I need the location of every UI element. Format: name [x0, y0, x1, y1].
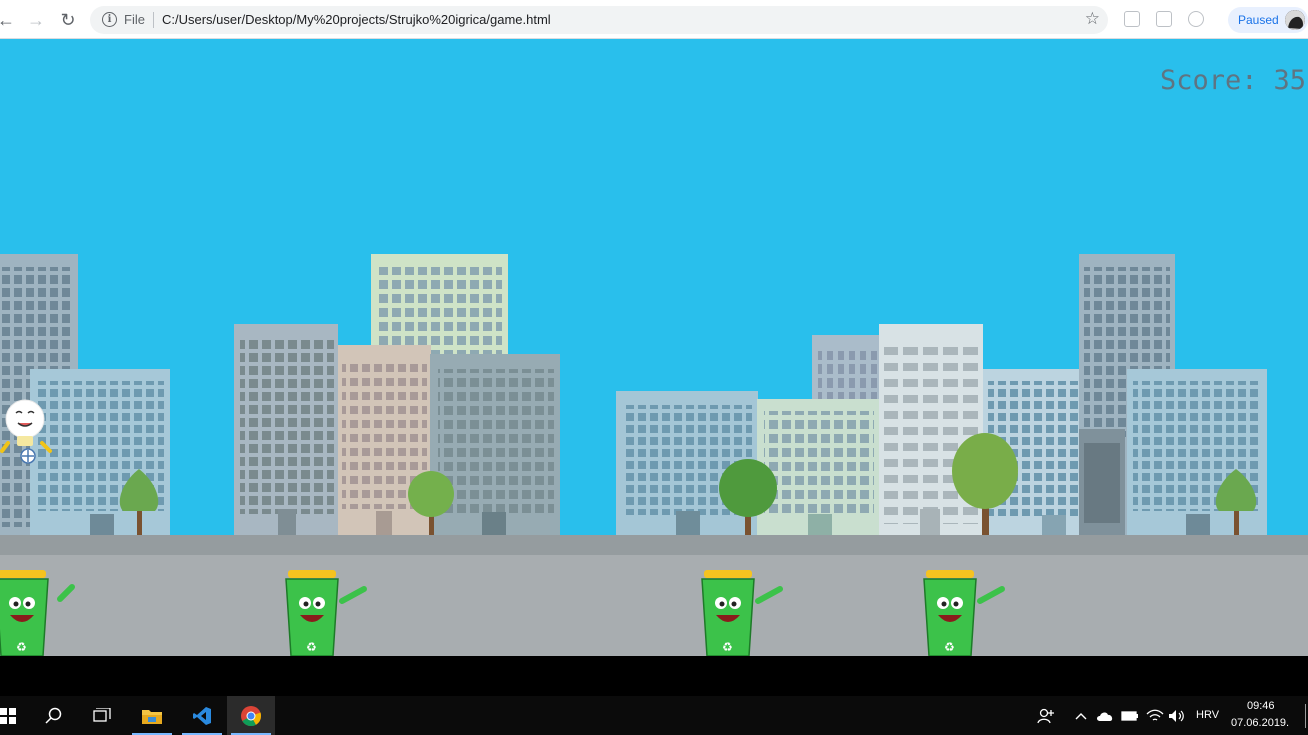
people-icon[interactable] [1022, 696, 1070, 735]
search-icon[interactable] [30, 696, 78, 735]
building [757, 399, 879, 536]
site-info-icon[interactable]: i [102, 12, 117, 27]
extension-grid-icon[interactable] [1156, 11, 1172, 27]
input-language-label[interactable]: HRV [1196, 709, 1219, 721]
paused-label: Paused [1238, 13, 1279, 27]
vscode-icon[interactable] [178, 696, 226, 735]
bookmark-star-icon[interactable]: ☆ [1085, 9, 1100, 29]
show-desktop-button[interactable] [1305, 704, 1306, 728]
battery-icon[interactable] [1117, 696, 1143, 735]
avatar [1285, 10, 1305, 30]
browser-toolbar: ← → ↻ i File C:/Users/user/Desktop/My%20… [0, 0, 1308, 39]
chrome-icon[interactable] [227, 696, 275, 735]
sidewalk [0, 535, 1308, 555]
profile-paused-button[interactable]: Paused [1228, 7, 1308, 33]
score-label: Score: [1159, 65, 1258, 96]
road [0, 555, 1308, 656]
svg-text:♻: ♻ [944, 640, 955, 654]
file-explorer-icon[interactable] [128, 696, 176, 735]
svg-text:♻: ♻ [16, 640, 27, 654]
score-display: Score: 35 [1160, 65, 1306, 96]
svg-text:♻: ♻ [722, 640, 733, 654]
file-scheme-label: File [124, 12, 145, 27]
windows-start-icon[interactable] [0, 696, 32, 735]
omnibox-divider [153, 12, 154, 28]
building [879, 324, 983, 536]
city-scene: ♻ ♻ ♻ ♻ [0, 254, 1308, 656]
windows-taskbar: HRV 09:46 07.06.2019. [0, 696, 1308, 735]
onedrive-cloud-icon[interactable] [1092, 696, 1118, 735]
extension-circle-icon[interactable] [1188, 11, 1204, 27]
building [430, 354, 560, 536]
extension-pocket-icon[interactable] [1124, 11, 1140, 27]
task-view-icon[interactable] [78, 696, 126, 735]
clock-date[interactable]: 07.06.2019. [1231, 717, 1289, 729]
svg-text:♻: ♻ [306, 640, 317, 654]
volume-icon[interactable] [1164, 696, 1190, 735]
url-text[interactable]: C:/Users/user/Desktop/My%20projects/Stru… [162, 12, 551, 27]
address-bar[interactable]: i File C:/Users/user/Desktop/My%20projec… [90, 6, 1108, 34]
forward-icon[interactable]: → [22, 6, 50, 34]
clock-time[interactable]: 09:46 [1247, 700, 1275, 712]
building [234, 324, 338, 536]
reload-icon[interactable]: ↻ [54, 6, 82, 34]
back-icon[interactable]: ← [0, 6, 20, 34]
score-value: 35 [1273, 65, 1306, 96]
game-canvas[interactable]: ♻ ♻ ♻ ♻ Score: 35 [0, 39, 1308, 656]
